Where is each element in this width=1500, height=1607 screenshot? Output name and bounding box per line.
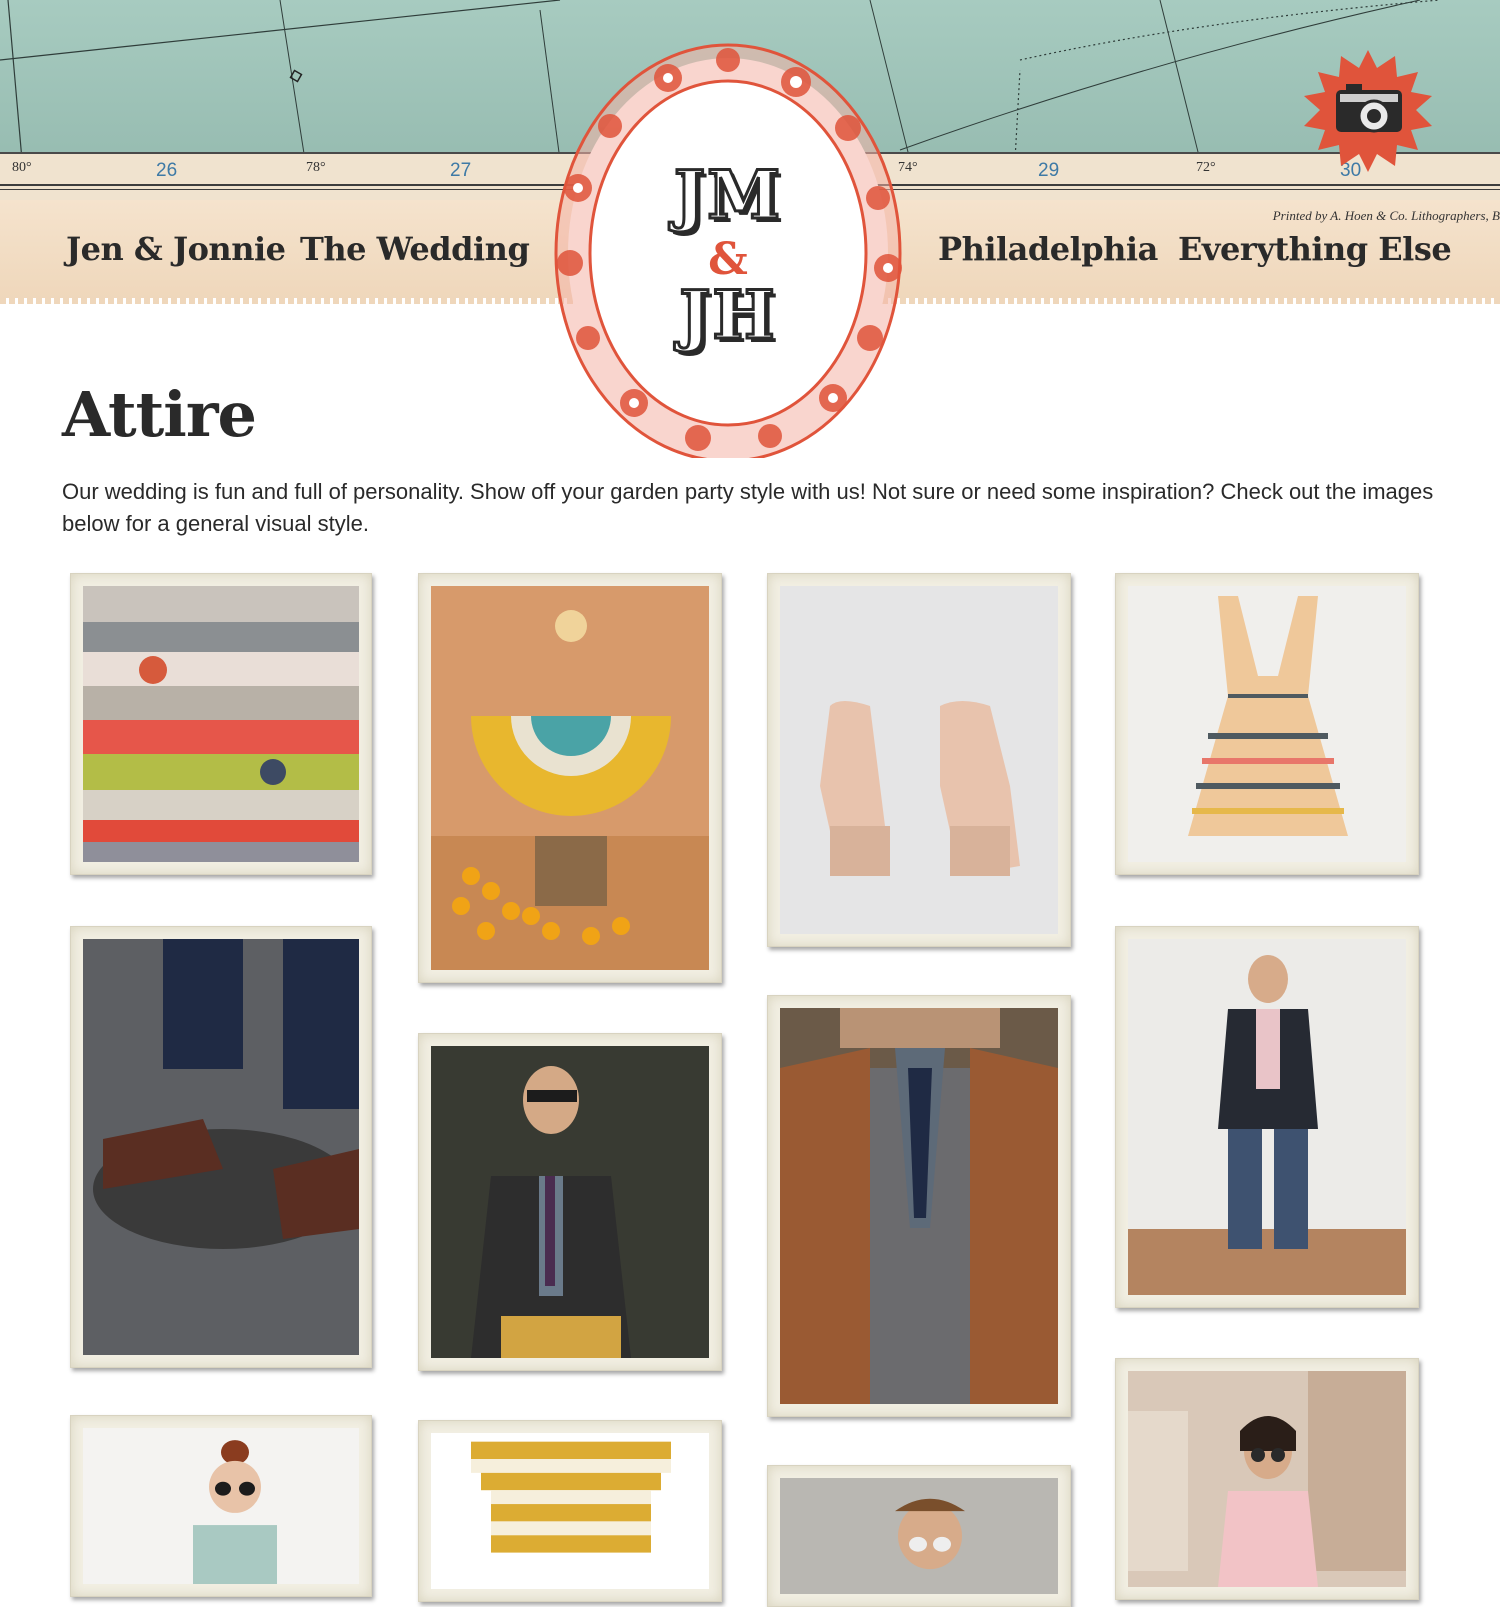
monogram-logo[interactable]: JM & JH <box>548 38 908 463</box>
gallery-photo-boots[interactable] <box>70 926 372 1368</box>
ruler-degree: 78° <box>306 160 326 175</box>
photo-image <box>83 586 359 862</box>
nav-philadelphia[interactable]: Philadelphia <box>938 230 1158 268</box>
monogram-initials-bottom: JH <box>678 275 777 356</box>
photo-image <box>431 586 709 970</box>
gallery-photo-cardigan[interactable] <box>418 1033 722 1371</box>
gallery-photo-pink-shirt[interactable] <box>1115 1358 1419 1600</box>
nav-the-wedding[interactable]: The Wedding <box>300 230 530 268</box>
photo-image <box>1128 586 1406 862</box>
page-title: Attire <box>62 378 257 451</box>
ruler-number: 27 <box>450 160 472 181</box>
gallery-photo-fabrics[interactable] <box>70 573 372 875</box>
photo-image <box>780 586 1058 934</box>
photo-image <box>431 1433 709 1589</box>
nav-everything-else[interactable]: Everything Else <box>1178 230 1452 268</box>
ruler-degree: 72° <box>1196 160 1216 175</box>
gallery-photo-blazer[interactable] <box>1115 926 1419 1308</box>
nav-jen-and-jonnie[interactable]: Jen & Jonnie <box>66 230 286 268</box>
photo-image <box>83 939 359 1355</box>
gallery-photo-circle-skirt[interactable] <box>418 573 722 983</box>
photo-image <box>780 1008 1058 1404</box>
camera-icon <box>1304 50 1432 172</box>
photo-image <box>83 1428 359 1584</box>
ruler-number: 29 <box>1038 160 1060 181</box>
camera-badge[interactable] <box>1298 48 1438 178</box>
ruler-degree: 80° <box>12 160 32 175</box>
photo-image <box>1128 1371 1406 1587</box>
gallery-photo-striped-top[interactable] <box>418 1420 722 1602</box>
gallery-photo-sandals[interactable] <box>767 573 1071 947</box>
gallery-photo-top-bun[interactable] <box>70 1415 372 1597</box>
gallery-photo-vest[interactable] <box>767 995 1071 1417</box>
gallery-photo-sundress[interactable] <box>1115 573 1419 875</box>
printer-credit: Printed by A. Hoen & Co. Lithographers, … <box>1272 208 1500 223</box>
photo-image <box>431 1046 709 1358</box>
photo-image <box>1128 939 1406 1295</box>
gallery-photo-sunglasses-man[interactable] <box>767 1465 1071 1607</box>
ruler-number: 26 <box>156 160 178 181</box>
monogram-initials-top: JM <box>672 155 783 236</box>
page-intro: Our wedding is fun and full of personali… <box>62 479 1434 536</box>
photo-image <box>780 1478 1058 1594</box>
